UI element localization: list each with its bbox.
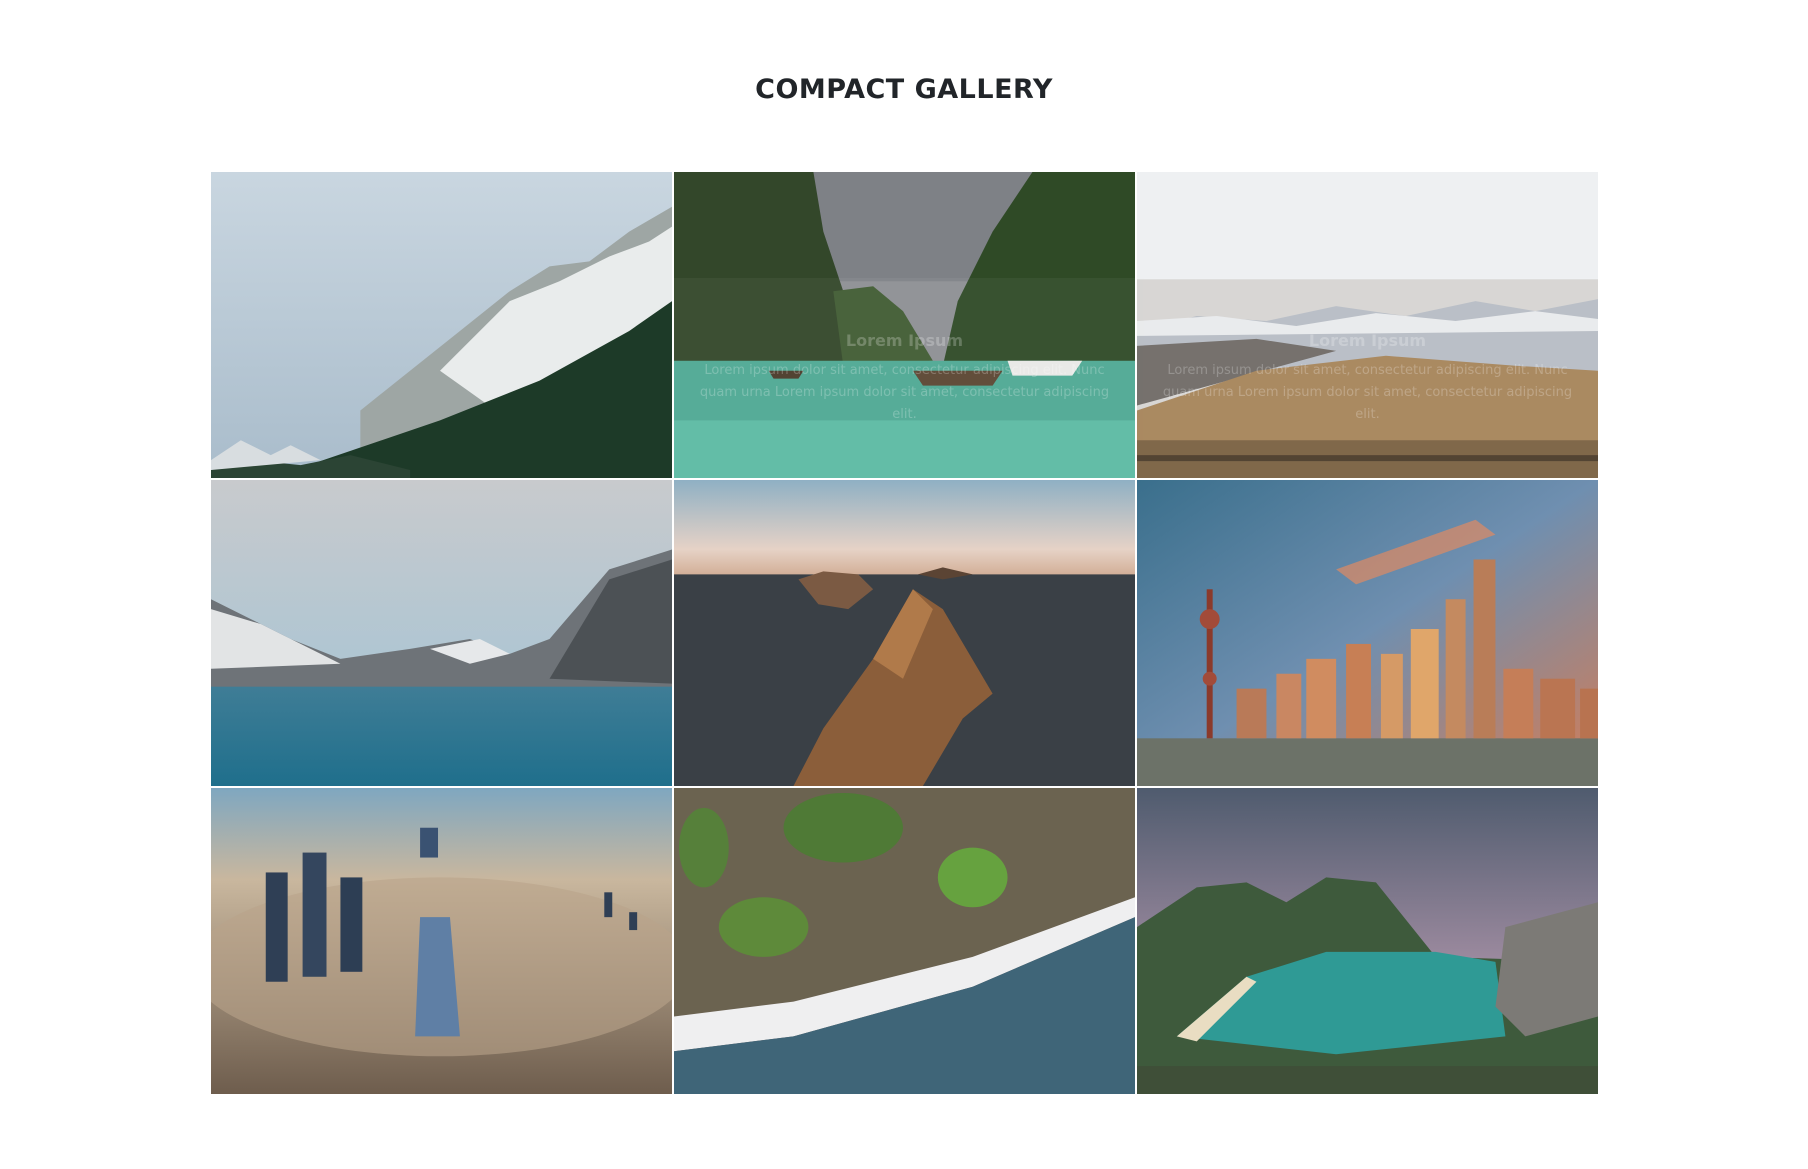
- caption-overlay: Lorem Ipsum Lorem ipsum dolor sit amet, …: [674, 278, 1135, 478]
- caption-text: Lorem ipsum dolor sit amet, consectetur …: [1162, 362, 1573, 422]
- page-title: COMPACT GALLERY: [755, 74, 1053, 105]
- gallery-grid: Lorem Ipsum Lorem ipsum dolor sit amet, …: [210, 171, 1599, 1095]
- skyscrapers-in-clouds-photo: [211, 788, 672, 1094]
- gallery-item-8[interactable]: [673, 787, 1136, 1095]
- caption-text: Lorem ipsum dolor sit amet, consectetur …: [699, 362, 1110, 422]
- gallery-item-9[interactable]: [1136, 787, 1599, 1095]
- caption-title: Lorem Ipsum: [1308, 330, 1427, 350]
- gallery-item-4[interactable]: [210, 479, 673, 787]
- fjord-beach-cliffs-photo: [1137, 788, 1598, 1094]
- gallery-item-5[interactable]: [673, 479, 1136, 787]
- caption-overlay: Lorem Ipsum Lorem ipsum dolor sit amet, …: [1137, 278, 1598, 478]
- gallery-item-6[interactable]: [1136, 479, 1599, 787]
- snowy-mountain-forest-photo: [211, 172, 672, 478]
- gallery-item-3[interactable]: Lorem Ipsum Lorem ipsum dolor sit amet, …: [1136, 171, 1599, 479]
- aerial-coastline-photo: [674, 788, 1135, 1094]
- caption-title: Lorem Ipsum: [845, 330, 964, 350]
- mountain-lake-photo: [211, 480, 672, 786]
- gallery-item-7[interactable]: [210, 787, 673, 1095]
- sea-rock-islands-photo: [674, 480, 1135, 786]
- gallery-item-1[interactable]: [210, 171, 673, 479]
- city-skyline-sunset-photo: [1137, 480, 1598, 786]
- gallery-item-2[interactable]: Lorem Ipsum Lorem ipsum dolor sit amet, …: [673, 171, 1136, 479]
